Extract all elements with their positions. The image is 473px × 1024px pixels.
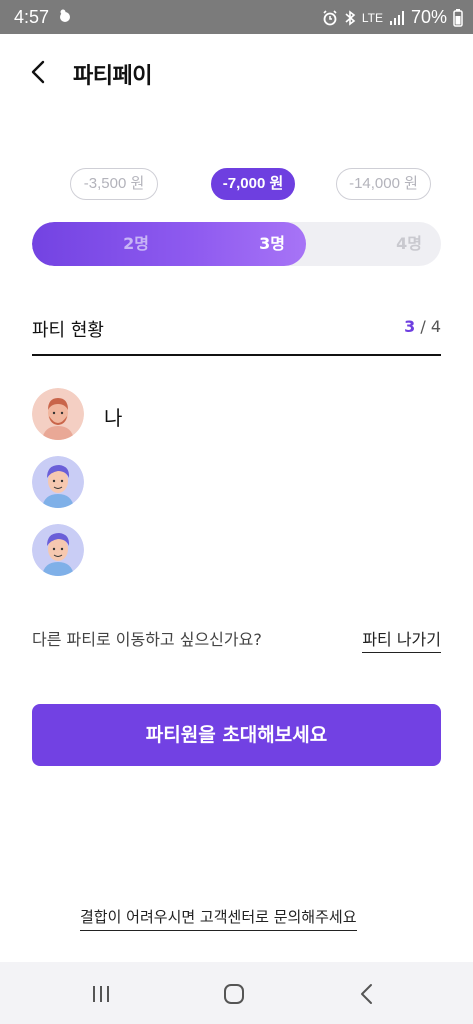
app-notification-icon (60, 9, 70, 22)
status-bar: 4:57 LTE 70% (0, 0, 473, 34)
back-icon[interactable] (352, 980, 382, 1008)
back-arrow-icon[interactable] (24, 56, 56, 88)
person-avatar-icon (32, 456, 84, 508)
party-member-row (32, 456, 441, 510)
page-title: 파티페이 (73, 64, 152, 89)
bluetooth-icon (345, 9, 356, 26)
customer-center-link[interactable]: 결합이 어려우시면 고객센터로 문의해주세요 (80, 906, 357, 931)
party-status-header: 파티 현황 3 / 4 (32, 312, 441, 356)
status-time: 4:57 (14, 7, 50, 27)
person-avatar-icon (32, 388, 84, 440)
party-status-label: 파티 현황 (32, 320, 104, 341)
price-option-chip[interactable]: -14,000 원 (336, 168, 431, 200)
member-option-3[interactable]: 3명 (204, 222, 340, 266)
battery-icon (453, 8, 463, 27)
home-icon[interactable] (219, 980, 249, 1008)
price-option-chip-selected[interactable]: -7,000 원 (211, 168, 295, 200)
member-option-4[interactable]: 4명 (341, 222, 441, 266)
current-member-count: 3 (404, 317, 416, 336)
network-type: LTE (361, 10, 383, 25)
leave-party-link[interactable]: 파티 나가기 (362, 626, 441, 653)
member-name: 나 (104, 406, 123, 430)
count-separator: / (420, 317, 426, 336)
price-options: -3,500 원 -7,000 원 -14,000 원 (0, 168, 473, 202)
price-option-chip[interactable]: -3,500 원 (70, 168, 158, 200)
invite-members-button[interactable]: 파티원을 초대해보세요 (32, 704, 441, 766)
member-count-selector[interactable]: 2명 3명 4명 (32, 222, 441, 266)
alarm-icon (323, 9, 337, 25)
max-member-count: 4 (430, 317, 441, 336)
app-header: 파티페이 (0, 34, 473, 110)
member-option-2[interactable]: 2명 (68, 222, 204, 266)
recent-apps-icon[interactable] (86, 980, 116, 1008)
battery-level: 70% (410, 7, 447, 27)
person-avatar-icon (32, 524, 84, 576)
leave-party-row: 다른 파티로 이동하고 싶으신가요? 파티 나가기 (32, 624, 441, 653)
status-icons: LTE 70% (322, 7, 463, 28)
party-member-count: 3 / 4 (404, 317, 441, 336)
party-member-row (32, 524, 441, 578)
party-member-row: 나 (32, 388, 441, 442)
signal-icon (389, 10, 404, 25)
system-nav-bar (0, 962, 473, 1024)
leave-party-question: 다른 파티로 이동하고 싶으신가요? (32, 630, 262, 649)
